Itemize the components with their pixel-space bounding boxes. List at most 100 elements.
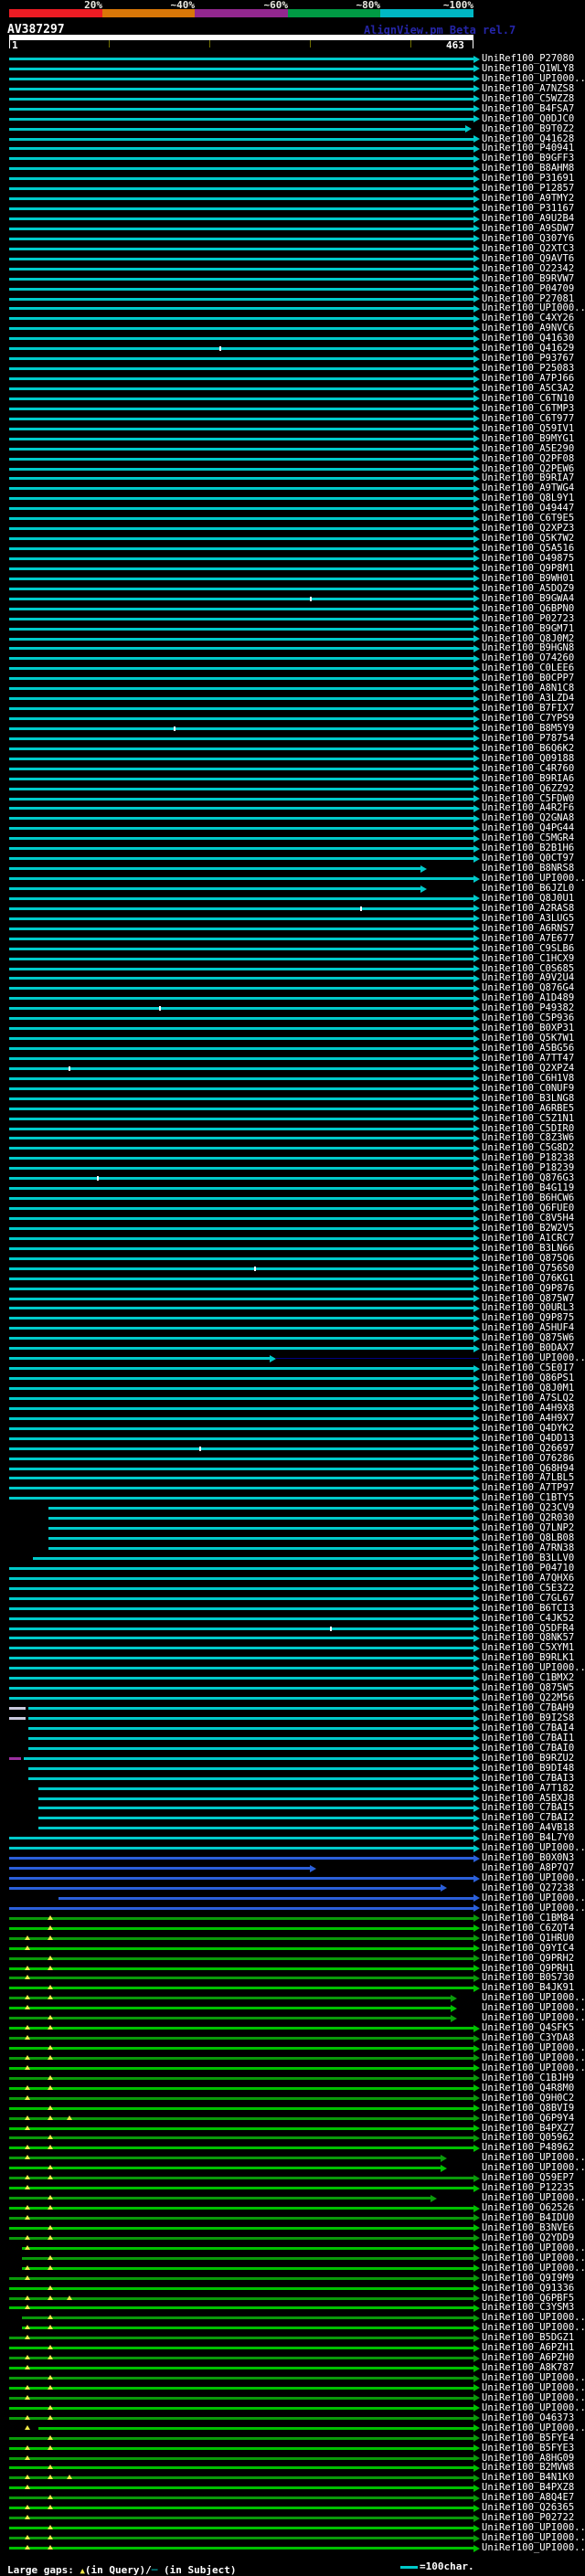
hit-bar[interactable] bbox=[9, 207, 473, 211]
hit-bar[interactable] bbox=[9, 1697, 473, 1701]
alignment-row[interactable]: UniRef100_C9SLB6 bbox=[0, 943, 585, 954]
alignment-row[interactable]: UniRef100_B9RIA6 bbox=[0, 773, 585, 784]
hit-label[interactable]: UniRef100_B5FYE3 bbox=[482, 2443, 574, 2454]
hit-bar[interactable] bbox=[9, 1297, 473, 1300]
hit-bar[interactable] bbox=[9, 1447, 473, 1450]
hit-bar[interactable] bbox=[9, 2486, 473, 2490]
hit-bar[interactable] bbox=[9, 487, 473, 491]
hit-label[interactable]: UniRef100_A7T182 bbox=[482, 1783, 574, 1794]
hit-bar[interactable] bbox=[9, 447, 473, 451]
hit-bar[interactable] bbox=[9, 2007, 451, 2010]
hit-bar[interactable] bbox=[9, 2226, 473, 2230]
hit-bar[interactable] bbox=[48, 1537, 473, 1541]
hit-bar[interactable] bbox=[9, 1677, 473, 1680]
hit-bar[interactable] bbox=[9, 1087, 473, 1090]
hit-bar[interactable] bbox=[9, 387, 473, 390]
hit-bar[interactable] bbox=[37, 2426, 473, 2430]
hit-bar[interactable] bbox=[22, 2316, 473, 2320]
hit-bar[interactable] bbox=[9, 757, 473, 760]
hit-bar[interactable] bbox=[9, 807, 473, 811]
hit-bar[interactable] bbox=[9, 167, 473, 171]
hit-bar[interactable] bbox=[9, 2157, 441, 2160]
hit-bar[interactable] bbox=[27, 1707, 473, 1711]
hit-bar[interactable] bbox=[9, 1436, 473, 1440]
alignment-row[interactable]: UniRef100_Q91336 bbox=[0, 2283, 585, 2294]
hit-bar[interactable] bbox=[9, 937, 473, 940]
hit-bar[interactable] bbox=[9, 2126, 473, 2130]
alignment-row[interactable]: UniRef100_A5E290 bbox=[0, 443, 585, 454]
hit-bar[interactable] bbox=[9, 967, 473, 970]
hit-bar[interactable] bbox=[9, 1027, 473, 1031]
hit-bar[interactable] bbox=[9, 1837, 473, 1840]
hit-bar[interactable] bbox=[48, 1507, 473, 1511]
hit-bar[interactable] bbox=[9, 2096, 473, 2100]
hit-bar[interactable] bbox=[9, 2547, 473, 2549]
hit-bar[interactable] bbox=[9, 1477, 473, 1480]
hit-bar[interactable] bbox=[9, 417, 473, 420]
hit-bar[interactable] bbox=[9, 97, 473, 101]
hit-bar[interactable] bbox=[9, 1117, 473, 1120]
hit-bar[interactable] bbox=[9, 1576, 473, 1580]
hit-bar[interactable] bbox=[9, 2527, 473, 2530]
hit-bar[interactable] bbox=[9, 1416, 473, 1420]
hit-bar[interactable] bbox=[9, 647, 473, 651]
hit-bar[interactable] bbox=[9, 1596, 473, 1600]
hit-bar[interactable] bbox=[9, 2377, 473, 2380]
hit-bar[interactable] bbox=[9, 2207, 473, 2210]
alignment-row[interactable]: UniRef100_Q26697 bbox=[0, 1443, 585, 1454]
hit-bar[interactable] bbox=[9, 1637, 473, 1640]
hit-label[interactable]: UniRef100_C7BAI3 bbox=[482, 1773, 574, 1784]
hit-bar[interactable] bbox=[27, 1746, 473, 1750]
hit-label[interactable]: UniRef100_C9SLB6 bbox=[482, 943, 574, 954]
hit-bar[interactable] bbox=[9, 1936, 473, 1940]
hit-label[interactable]: UniRef100_A5E290 bbox=[482, 443, 574, 454]
hit-label[interactable]: UniRef100_Q26697 bbox=[482, 1443, 574, 1454]
hit-bar[interactable] bbox=[9, 1287, 473, 1290]
hit-bar[interactable] bbox=[9, 637, 473, 641]
hit-bar[interactable] bbox=[9, 1127, 473, 1130]
hit-bar[interactable] bbox=[9, 547, 473, 551]
hit-bar[interactable] bbox=[9, 2496, 473, 2500]
hit-bar[interactable] bbox=[9, 1457, 473, 1460]
alignment-row[interactable]: UniRef100_C7BAI3 bbox=[0, 1773, 585, 1784]
alignment-row[interactable]: UniRef100_Q9PRH2 bbox=[0, 1953, 585, 1964]
hit-bar[interactable] bbox=[9, 87, 473, 90]
hit-bar[interactable] bbox=[37, 1786, 473, 1790]
hit-bar[interactable] bbox=[27, 1776, 473, 1780]
hit-bar[interactable] bbox=[9, 2017, 451, 2020]
hit-bar[interactable] bbox=[9, 597, 473, 600]
hit-bar[interactable] bbox=[9, 2476, 473, 2480]
hit-bar[interactable] bbox=[9, 1147, 473, 1150]
hit-bar[interactable] bbox=[9, 847, 473, 851]
hit-bar[interactable] bbox=[9, 2436, 473, 2440]
hit-bar[interactable] bbox=[9, 857, 473, 861]
hit-label[interactable]: UniRef100_Q9PRH2 bbox=[482, 1953, 574, 1964]
hit-bar[interactable] bbox=[9, 2357, 473, 2360]
hit-bar[interactable] bbox=[9, 1886, 441, 1890]
hit-bar[interactable] bbox=[9, 917, 473, 920]
hit-label[interactable]: UniRef100_O76286 bbox=[482, 1453, 574, 1464]
hit-bar[interactable] bbox=[27, 1726, 473, 1730]
hit-bar[interactable] bbox=[24, 1756, 473, 1760]
hit-bar[interactable] bbox=[9, 957, 473, 960]
hit-bar[interactable] bbox=[27, 1736, 473, 1740]
hit-label[interactable]: UniRef100_B9RIA6 bbox=[482, 773, 574, 784]
hit-label[interactable]: UniRef100_Q76KG1 bbox=[482, 1273, 574, 1284]
hit-bar[interactable] bbox=[37, 1817, 473, 1820]
hit-bar[interactable] bbox=[9, 2466, 473, 2470]
hit-label[interactable]: UniRef100_Q6P9Y4 bbox=[482, 2113, 574, 2124]
hit-bar[interactable] bbox=[9, 1966, 473, 1970]
hit-bar[interactable] bbox=[9, 117, 473, 121]
hit-bar[interactable] bbox=[9, 327, 473, 331]
hit-bar[interactable] bbox=[58, 1896, 473, 1900]
alignment-row[interactable]: UniRef100_O76286 bbox=[0, 1453, 585, 1464]
alignment-row[interactable]: UniRef100_B9GM71 bbox=[0, 623, 585, 634]
hit-bar[interactable] bbox=[9, 877, 473, 881]
hit-bar[interactable] bbox=[9, 377, 473, 381]
alignment-row[interactable]: UniRef100_UPI000.. bbox=[0, 2543, 585, 2553]
hit-bar[interactable] bbox=[9, 2047, 473, 2051]
hit-bar[interactable] bbox=[9, 977, 473, 981]
hit-bar[interactable] bbox=[9, 947, 473, 950]
hit-bar[interactable] bbox=[9, 2216, 473, 2220]
hit-bar[interactable] bbox=[9, 677, 473, 681]
